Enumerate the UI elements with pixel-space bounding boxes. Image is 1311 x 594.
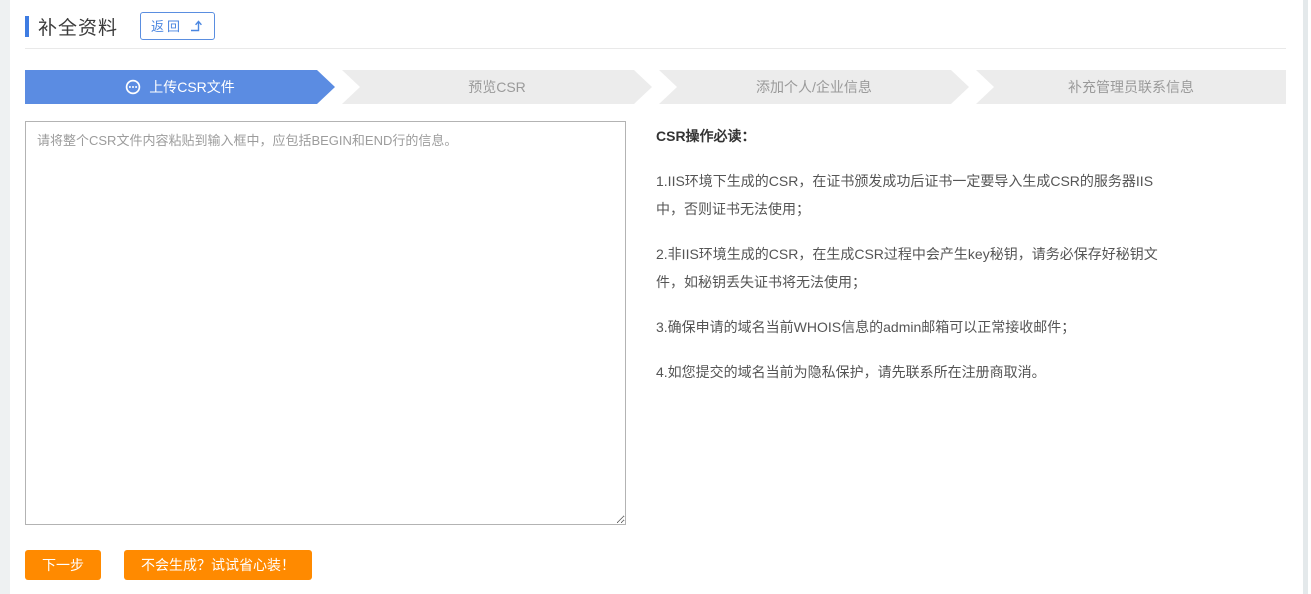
notice-item-1: 1.IIS环境下生成的CSR，在证书颁发成功后证书一定要导入生成CSR的服务器I…: [656, 167, 1172, 223]
step-admin-contact[interactable]: 补充管理员联系信息: [976, 70, 1286, 104]
step-add-info[interactable]: 添加个人/企业信息: [659, 70, 969, 104]
step-preview-csr[interactable]: 预览CSR: [342, 70, 652, 104]
content-area: 补全资料 返回: [25, 0, 1286, 580]
step-label: 预览CSR: [468, 77, 526, 97]
page-header: 补全资料 返回: [25, 13, 1286, 39]
main-area: CSR操作必读： 1.IIS环境下生成的CSR，在证书颁发成功后证书一定要导入生…: [25, 121, 1286, 525]
ellipsis-circle-icon: [125, 79, 141, 95]
back-button-label: 返回: [151, 16, 183, 35]
return-arrow-icon: [190, 20, 204, 32]
left-edge-strip: [0, 0, 10, 594]
step-upload-csr[interactable]: 上传CSR文件: [25, 70, 335, 104]
back-button[interactable]: 返回: [140, 12, 215, 40]
next-step-button[interactable]: 下一步: [25, 550, 101, 580]
csr-notice-panel: CSR操作必读： 1.IIS环境下生成的CSR，在证书颁发成功后证书一定要导入生…: [656, 121, 1172, 403]
notice-item-3: 3.确保申请的域名当前WHOIS信息的admin邮箱可以正常接收邮件；: [656, 313, 1172, 341]
title-accent-bar: [25, 16, 29, 37]
header-divider: [25, 48, 1286, 49]
csr-input[interactable]: [25, 121, 626, 525]
notice-item-4: 4.如您提交的域名当前为隐私保护，请先联系所在注册商取消。: [656, 358, 1172, 386]
notice-title: CSR操作必读：: [656, 126, 1172, 146]
easy-install-button[interactable]: 不会生成？试试省心装！: [124, 550, 312, 580]
step-label: 上传CSR文件: [149, 77, 235, 97]
page: 补全资料 返回: [0, 0, 1311, 594]
footer-actions: 下一步 不会生成？试试省心装！: [25, 550, 1286, 580]
step-label: 补充管理员联系信息: [1068, 77, 1194, 97]
wizard-stepper: 上传CSR文件 预览CSR 添加个人/企业信息 补充管理员联系信息: [25, 70, 1286, 104]
right-edge-strip: [1303, 0, 1308, 594]
page-title: 补全资料: [38, 13, 118, 40]
step-label: 添加个人/企业信息: [756, 77, 872, 97]
notice-item-2: 2.非IIS环境生成的CSR，在生成CSR过程中会产生key秘钥，请务必保存好秘…: [656, 240, 1172, 296]
